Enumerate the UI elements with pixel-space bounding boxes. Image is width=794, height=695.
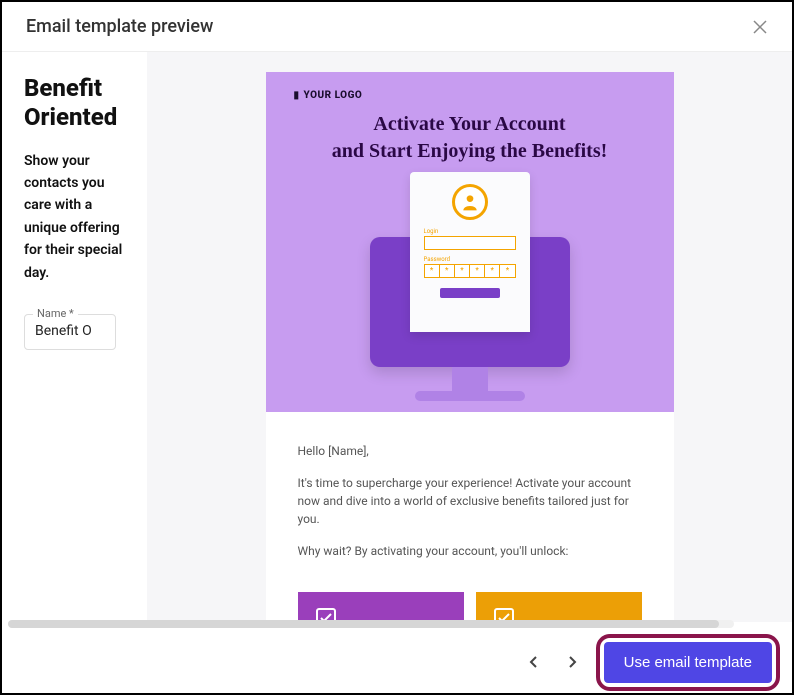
use-email-template-button[interactable]: Use email template <box>604 642 772 683</box>
benefit-tile-1: Access to our extensive library of stunn… <box>298 592 464 622</box>
sidebar: Benefit Oriented Show your contacts you … <box>2 52 147 622</box>
template-name-heading: Benefit Oriented <box>24 74 131 132</box>
footer: Use email template <box>2 631 792 693</box>
prev-button[interactable] <box>520 648 548 676</box>
name-label: Name * <box>33 307 78 320</box>
email-body-text: Hello [Name], It's time to supercharge y… <box>266 412 674 592</box>
name-input[interactable]: Benefit O <box>35 323 105 339</box>
modal-title: Email template preview <box>26 16 213 37</box>
preview-pane: YOUR LOGO Activate Your Account and Star… <box>147 52 792 622</box>
hero-headline: Activate Your Account and Start Enjoying… <box>294 111 646 165</box>
highlight-annotation: Use email template <box>596 634 780 691</box>
close-icon[interactable] <box>752 19 768 35</box>
login-card-illustration: Login Password ****** <box>410 172 530 332</box>
template-description: Show your contacts you care with a uniqu… <box>24 150 131 284</box>
avatar-icon <box>452 184 488 220</box>
name-input-wrapper[interactable]: Name * Benefit O <box>24 314 116 350</box>
email-preview: YOUR LOGO Activate Your Account and Star… <box>266 72 674 622</box>
logo-placeholder: YOUR LOGO <box>294 90 646 101</box>
next-button[interactable] <box>558 648 586 676</box>
benefit-tile-2: Advanced customization features to perso… <box>476 592 642 622</box>
login-label: Login <box>424 228 516 235</box>
password-label: Password <box>424 256 516 263</box>
horizontal-scrollbar[interactable] <box>8 620 734 628</box>
